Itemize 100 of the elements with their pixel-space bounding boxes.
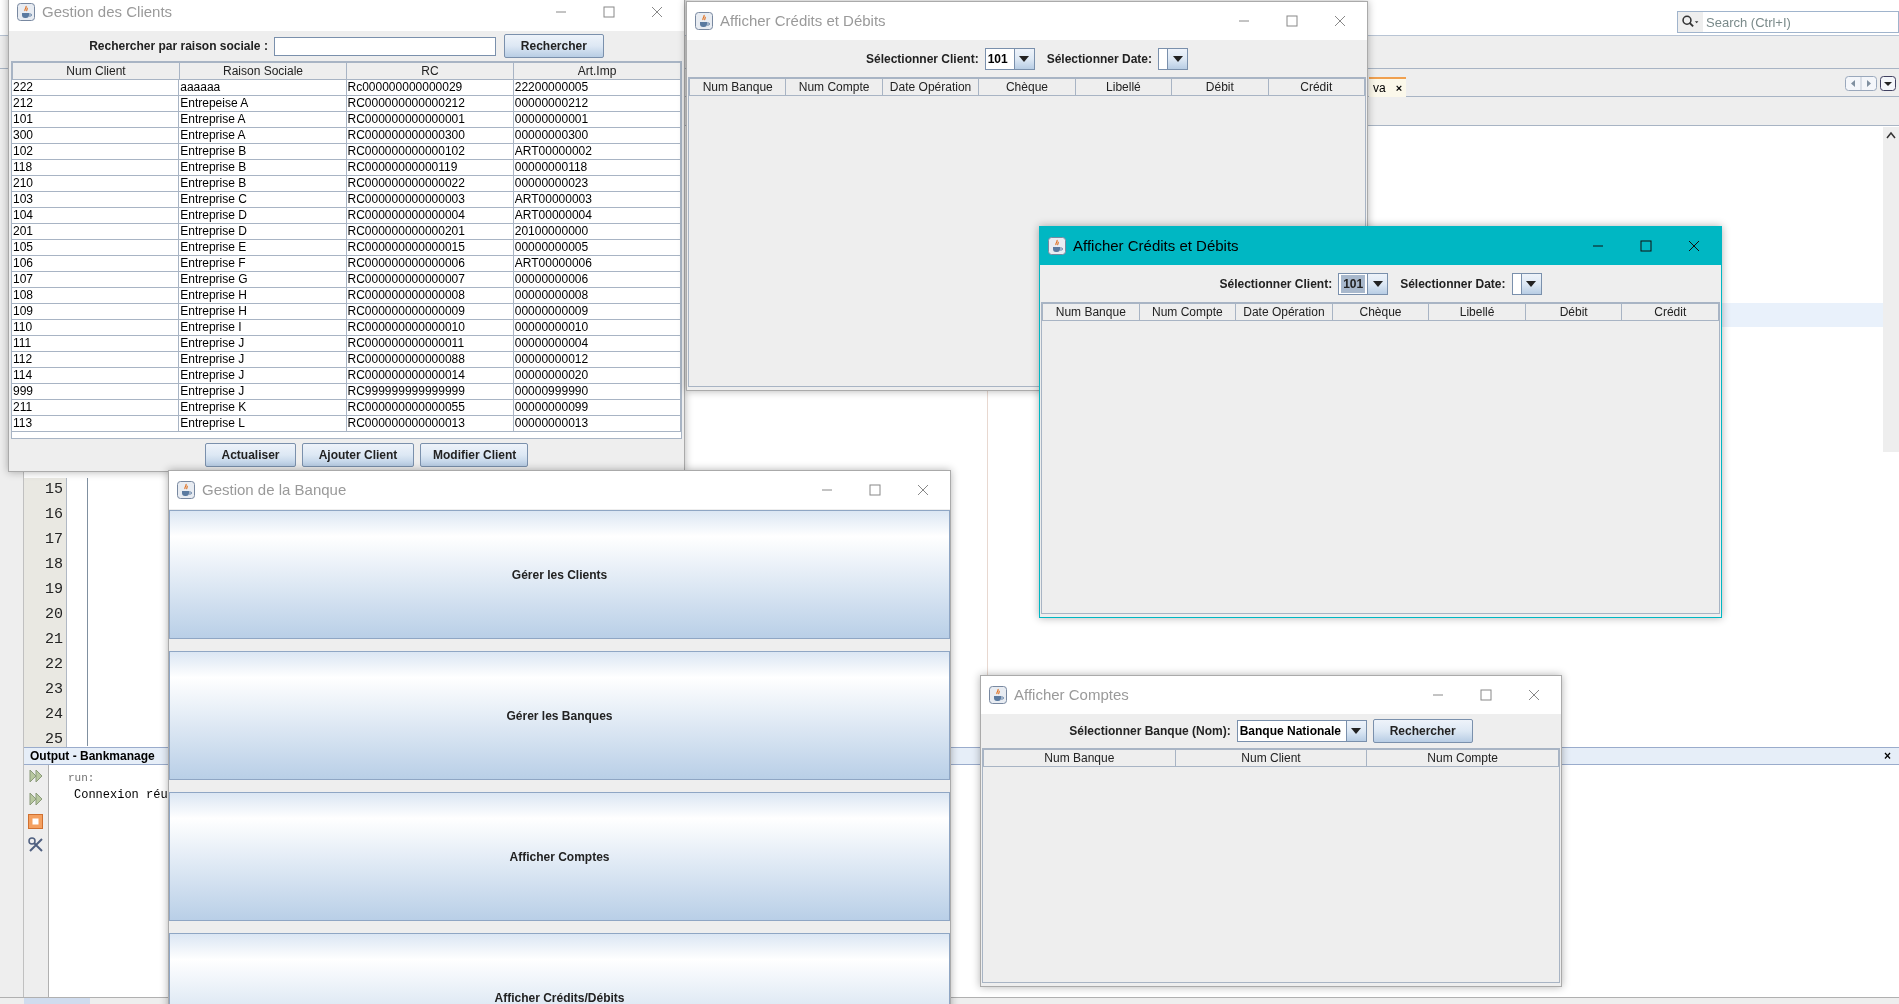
- dropdown[interactable]: Banque Nationale: [1236, 720, 1367, 742]
- table-cell: ART00000003: [513, 192, 681, 208]
- column-header[interactable]: Num Client: [1174, 749, 1368, 767]
- table-cell: Entreprise I: [179, 320, 347, 336]
- field-label: Sélectionner Client:: [1219, 275, 1333, 293]
- table-cell: Entreprise A: [179, 128, 347, 144]
- table-cell: RC000000000000088: [346, 352, 514, 368]
- button[interactable]: Actualiser: [205, 443, 296, 467]
- column-header[interactable]: Num Compte: [1366, 749, 1559, 767]
- table-cell: RC000000000000010: [346, 320, 514, 336]
- rerun-icon[interactable]: [28, 791, 44, 807]
- column-header[interactable]: Num Client: [12, 62, 180, 80]
- menu-button[interactable]: Afficher Crédits/Débits: [169, 933, 950, 1004]
- table-cell: 212: [12, 96, 180, 112]
- button[interactable]: Modifier Client: [420, 443, 528, 467]
- scroll-up-icon[interactable]: [1885, 130, 1897, 140]
- window-title: Afficher Crédits et Débits: [720, 10, 886, 31]
- column-header[interactable]: Chèque: [978, 78, 1076, 96]
- column-header[interactable]: Date Opération: [1235, 303, 1333, 321]
- table-cell: 999: [12, 384, 180, 400]
- column-header[interactable]: Libellé: [1074, 78, 1173, 96]
- table-cell: RC999999999999999: [346, 384, 514, 400]
- line-number: 17: [45, 530, 63, 550]
- caret-icon[interactable]: [1019, 55, 1030, 62]
- column-header[interactable]: Num Banque: [689, 78, 787, 96]
- caret-icon[interactable]: [1372, 280, 1383, 287]
- dropdown[interactable]: [1511, 272, 1542, 295]
- table-cell: Entreprise B: [179, 176, 347, 192]
- menu-button[interactable]: Gérer les Banques: [169, 651, 950, 780]
- line-number: 23: [45, 680, 63, 700]
- table-cell: 118: [12, 160, 180, 176]
- column-header[interactable]: Chèque: [1331, 303, 1430, 321]
- table-cell: 110: [12, 320, 180, 336]
- table-cell: RC000000000000007: [346, 272, 514, 288]
- line-number: 16: [45, 505, 63, 525]
- table-cell: ART00000002: [513, 144, 681, 160]
- table-cell: 00000000009: [513, 304, 681, 320]
- line-number: 15: [45, 480, 63, 500]
- window-title: Afficher Comptes: [1014, 684, 1129, 705]
- table-cell: Entrepeise A: [179, 96, 347, 112]
- rerun-icon[interactable]: [28, 768, 44, 784]
- dropdown[interactable]: 101: [984, 47, 1035, 70]
- column-header[interactable]: Num Compte: [785, 78, 883, 96]
- caret-icon[interactable]: [1172, 55, 1183, 62]
- table-cell: Entreprise L: [179, 416, 347, 432]
- column-header[interactable]: Num Compte: [1138, 303, 1237, 321]
- caret-icon[interactable]: [1526, 280, 1537, 287]
- table-cell: 109: [12, 304, 180, 320]
- table-cell: Entreprise K: [179, 400, 347, 416]
- column-header[interactable]: Débit: [1524, 303, 1623, 321]
- menu-button[interactable]: Gérer les Clients: [169, 510, 950, 639]
- table-cell: Entreprise G: [179, 272, 347, 288]
- table-cell: Entreprise H: [179, 288, 347, 304]
- table-cell: 111: [12, 336, 180, 352]
- column-header[interactable]: Art.Imp: [513, 62, 681, 80]
- menu-button[interactable]: Afficher Comptes: [169, 792, 950, 921]
- table-cell: RC000000000000011: [346, 336, 514, 352]
- close-button[interactable]: ×: [1395, 79, 1403, 97]
- table-cell: RC000000000000015: [346, 240, 514, 256]
- table-cell: 00000000012: [513, 352, 681, 368]
- button[interactable]: Rechercher: [503, 34, 604, 58]
- column-header[interactable]: RC: [346, 62, 514, 80]
- button[interactable]: Rechercher: [1372, 719, 1473, 743]
- dropdown[interactable]: [1158, 47, 1189, 70]
- column-header[interactable]: Raison Sociale: [179, 62, 347, 80]
- table-cell: RC000000000000008: [346, 288, 514, 304]
- java-cup-icon: [695, 12, 713, 30]
- field-label: Sélectionner Date:: [1400, 275, 1506, 293]
- column-header[interactable]: Num Banque: [1042, 303, 1140, 321]
- table-cell: Entreprise H: [179, 304, 347, 320]
- window-title: Gestion des Clients: [42, 1, 173, 22]
- table-cell: 00000000023: [513, 176, 681, 192]
- column-header[interactable]: Libellé: [1428, 303, 1526, 321]
- column-header[interactable]: Crédit: [1267, 78, 1365, 96]
- field-label: Sélectionner Banque (Nom):: [1069, 723, 1231, 740]
- table-cell: RC00000000000119: [346, 160, 514, 176]
- dropdown-icon[interactable]: [1880, 76, 1896, 91]
- caret-icon[interactable]: [1351, 728, 1362, 734]
- dropdown[interactable]: 101: [1338, 272, 1389, 295]
- line-number: 24: [45, 705, 63, 725]
- column-header[interactable]: Date Opération: [881, 78, 980, 96]
- table-cell: Entreprise E: [179, 240, 347, 256]
- field-label: Rechercher par raison sociale :: [89, 38, 268, 55]
- table-cell: Entreprise B: [179, 160, 347, 176]
- column-header[interactable]: Débit: [1171, 78, 1269, 96]
- table-cell: 201: [12, 224, 180, 240]
- button[interactable]: Ajouter Client: [302, 443, 414, 467]
- column-header[interactable]: Num Banque: [983, 749, 1176, 767]
- table-cell: 300: [12, 128, 180, 144]
- stop-icon[interactable]: [28, 814, 43, 829]
- table-cell: RC000000000000013: [346, 416, 514, 432]
- table-cell: 00000000006: [513, 272, 681, 288]
- table-cell: 103: [12, 192, 180, 208]
- search-input[interactable]: [273, 36, 496, 56]
- table-cell: 22200000005: [513, 80, 681, 96]
- table-cell: 112: [12, 352, 180, 368]
- close-button[interactable]: ×: [1884, 747, 1891, 765]
- column-header[interactable]: Crédit: [1621, 303, 1720, 321]
- editor-tab[interactable]: va ×: [1369, 77, 1407, 97]
- field-label: Sélectionner Date:: [1046, 50, 1153, 68]
